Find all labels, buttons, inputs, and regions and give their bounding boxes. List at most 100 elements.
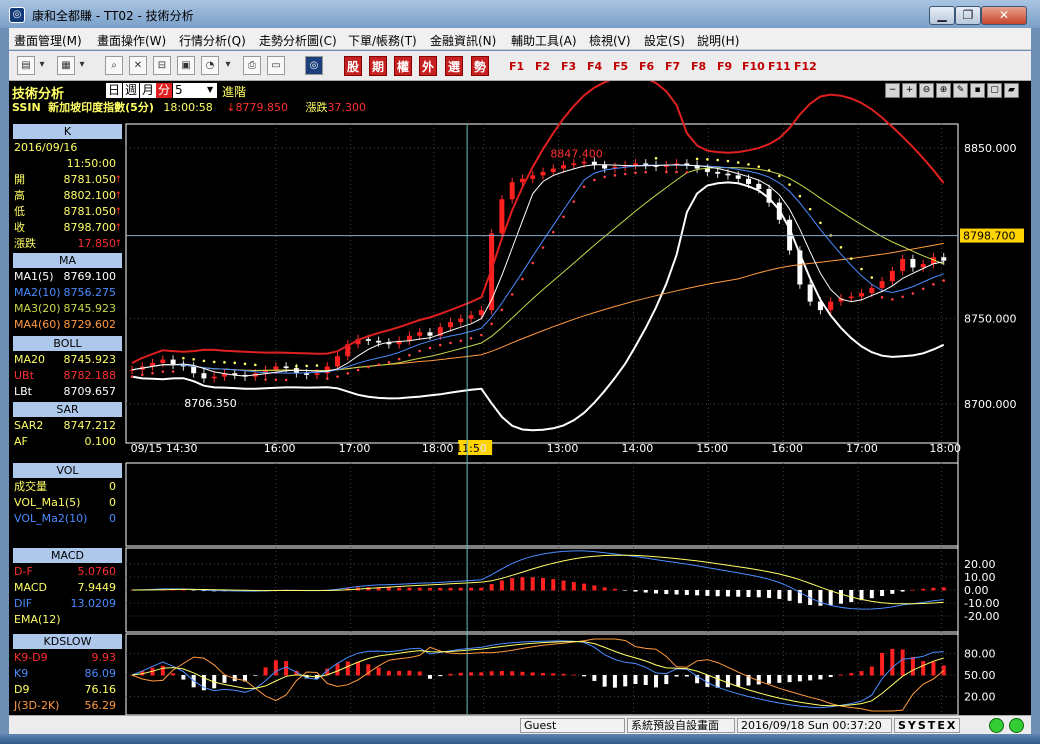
f12-key[interactable]: F12 [794, 60, 817, 73]
menu-help[interactable]: 說明(H) [697, 32, 739, 49]
sar-dot [367, 365, 370, 369]
f1-key[interactable]: F1 [509, 60, 524, 73]
quick-trend-button[interactable]: 勢 [471, 56, 489, 76]
menu-screen-manage[interactable]: 畫面管理(M) [14, 32, 82, 49]
minimize-button[interactable]: ▁ [929, 6, 955, 25]
kd-histogram-bar [643, 675, 648, 685]
window-title: 康和全都賺 - TT02 - 技術分析 [32, 9, 194, 23]
sar-dot [634, 171, 637, 175]
ma2-line [131, 164, 944, 374]
sar-dot [336, 375, 339, 378]
cascade-icon[interactable]: ▣ [177, 56, 195, 75]
sar-dot [562, 215, 565, 219]
menu-tools[interactable]: 輔助工具(A) [511, 32, 577, 49]
candle-body [550, 168, 556, 172]
kd-histogram-bar [171, 673, 176, 676]
f11-key[interactable]: F11 [768, 60, 791, 73]
sar-dot [480, 333, 483, 337]
quick-futures-button[interactable]: 期 [369, 56, 387, 76]
macd-histogram-bar [705, 590, 710, 596]
kd-histogram-bar [592, 675, 597, 681]
candle-body [273, 366, 279, 370]
sar-dot [490, 322, 493, 326]
time-axis-label: 18:00 [929, 442, 961, 455]
f5-key[interactable]: F5 [613, 60, 628, 73]
kd-histogram-bar [469, 672, 474, 676]
macd-histogram-bar [530, 577, 535, 591]
kd-histogram-bar [222, 675, 227, 683]
chevron-down-icon[interactable]: ▾ [37, 56, 47, 75]
candle-body [807, 284, 813, 302]
menu-order-account[interactable]: 下單/帳務(T) [348, 32, 417, 49]
sar-dot [202, 359, 206, 363]
kd-histogram-bar [880, 652, 885, 676]
f7-key[interactable]: F7 [665, 60, 680, 73]
kd-histogram-bar [818, 675, 823, 680]
f4-key[interactable]: F4 [587, 60, 602, 73]
layout-icon[interactable]: ▦ [57, 56, 75, 75]
status-user: Guest [520, 718, 625, 733]
kd-histogram-bar [797, 675, 802, 682]
close-button[interactable]: ✕ [981, 6, 1027, 25]
menu-financial-info[interactable]: 金融資訊(N) [430, 32, 496, 49]
sar-dot [274, 378, 278, 382]
quick-select-button[interactable]: 選 [445, 56, 463, 76]
kd-histogram-bar [386, 670, 391, 676]
macd-histogram-bar [479, 587, 484, 591]
menu-quote-analysis[interactable]: 行情分析(Q) [179, 32, 246, 49]
menu-trend-chart[interactable]: 走勢分析圖(C) [259, 32, 337, 49]
macd-histogram-bar [448, 587, 453, 591]
chart-icon[interactable]: ▭ [267, 56, 285, 75]
macd-axis-label: 20.00 [964, 558, 996, 571]
candle-body [170, 359, 176, 365]
f9-key[interactable]: F9 [717, 60, 732, 73]
candle-body [458, 318, 464, 323]
candle-body [540, 171, 546, 176]
f6-key[interactable]: F6 [639, 60, 654, 73]
quick-foreign-button[interactable]: 外 [419, 56, 437, 76]
connection-status-icon [989, 718, 1004, 733]
macd-histogram-bar [777, 590, 782, 599]
search-icon[interactable]: ⌕ [105, 56, 123, 75]
print-icon[interactable]: ⎙ [243, 56, 261, 75]
candle-body [530, 175, 536, 179]
macd-histogram-bar [499, 580, 504, 591]
kd-histogram-bar [181, 675, 186, 680]
maximize-button[interactable]: ❐ [955, 6, 981, 25]
chart-canvas[interactable]: 8847.400 8706.350 8850.000 8750.000 8700.00… [9, 81, 1031, 715]
boll-upper-band [131, 81, 945, 364]
menu-view[interactable]: 檢視(V) [589, 32, 631, 49]
sar-dot [757, 165, 761, 168]
macd-histogram-bar [582, 583, 587, 591]
candle-body [869, 287, 875, 294]
chevron-down-icon[interactable]: ▾ [223, 56, 233, 75]
f8-key[interactable]: F8 [691, 60, 706, 73]
kd-histogram-bar [438, 675, 443, 677]
f2-key[interactable]: F2 [535, 60, 550, 73]
tile-icon[interactable]: ⊟ [153, 56, 171, 75]
quick-stock-button[interactable]: 股 [344, 56, 362, 76]
close-window-icon[interactable]: ✕ [129, 56, 147, 75]
kd-histogram-bar [376, 667, 381, 676]
sar-dot [808, 207, 812, 211]
quick-options-button[interactable]: 權 [394, 56, 412, 76]
screen-icon[interactable]: ▤ [17, 56, 35, 75]
f3-key[interactable]: F3 [561, 60, 576, 73]
macd-histogram-bar [407, 587, 412, 591]
f10-key[interactable]: F10 [742, 60, 765, 73]
sar-dot [469, 336, 473, 340]
pane-frame [125, 462, 959, 547]
kd-histogram-bar [664, 675, 669, 685]
candle-body [201, 373, 207, 379]
systex-logo-icon[interactable]: ◎ [305, 56, 323, 75]
chevron-down-icon[interactable]: ▾ [77, 56, 87, 75]
timer-icon[interactable]: ◔ [201, 56, 219, 75]
menu-screen-operate[interactable]: 畫面操作(W) [97, 32, 166, 49]
sar-dot [593, 178, 596, 182]
menu-settings[interactable]: 設定(S) [644, 32, 685, 49]
macd-histogram-bar [890, 590, 895, 594]
sar-dot [551, 230, 555, 234]
macd-histogram-bar [571, 582, 576, 591]
time-axis-label: 14:00 [622, 442, 654, 455]
sar-dot [459, 339, 463, 343]
